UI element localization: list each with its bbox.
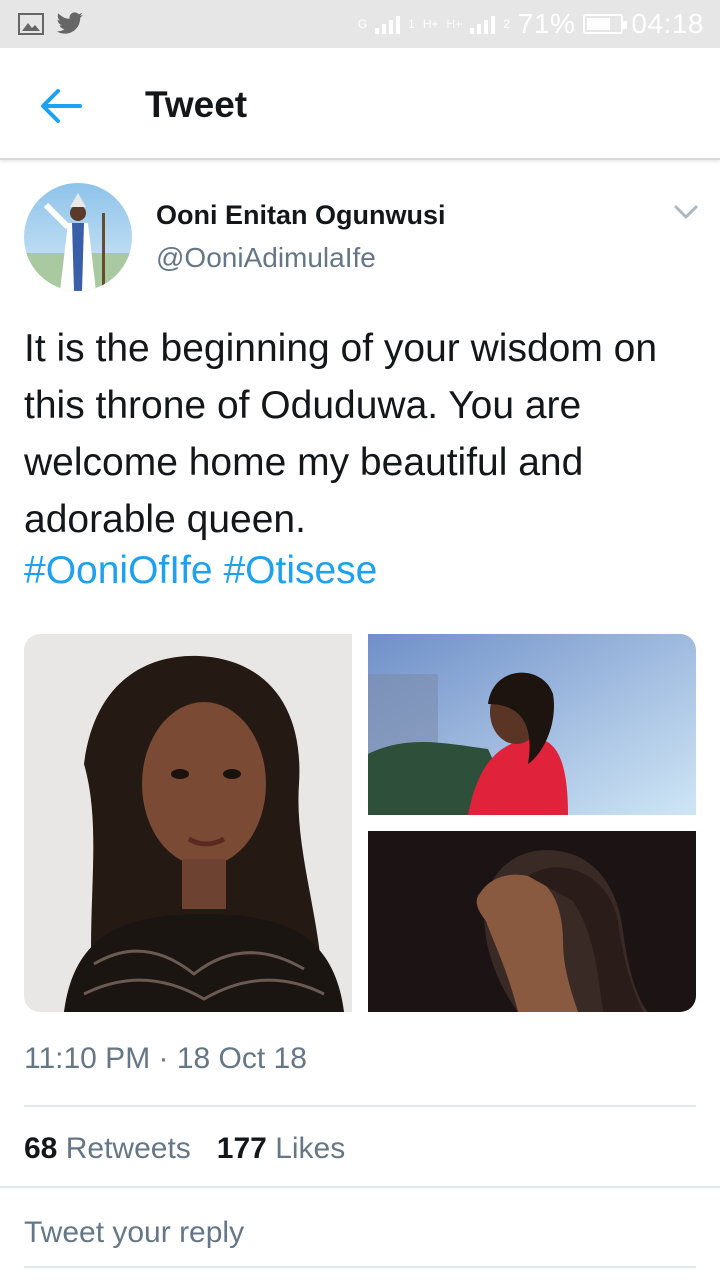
clock: 04:18 <box>631 8 704 39</box>
page-title: Tweet <box>145 84 248 125</box>
image-icon <box>18 13 44 35</box>
signal-icon <box>375 14 401 34</box>
tweet-photo-1[interactable] <box>24 634 352 1012</box>
author-handle[interactable]: @OoniAdimulaIfe <box>156 242 376 274</box>
retweets-count: 68 <box>24 1132 58 1165</box>
status-bar: G 1 H+ H+ 2 71% 04:18 <box>0 0 720 48</box>
battery-percent: 71% <box>517 8 576 39</box>
sim1-label: 1 <box>408 17 415 31</box>
tweet-photo-2[interactable] <box>368 634 696 815</box>
author-name[interactable]: Ooni Enitan Ogunwusi <box>156 200 446 231</box>
hashtags: #OoniOfIfe #Otisese <box>24 548 377 594</box>
divider <box>24 1105 696 1107</box>
likes-count: 177 <box>216 1132 267 1165</box>
twitter-bird-icon <box>56 12 83 34</box>
likes-stat[interactable]: 177 Likes <box>217 1132 345 1166</box>
avatar[interactable] <box>24 183 132 291</box>
battery-icon <box>583 14 628 34</box>
signal-icon-2 <box>470 14 496 34</box>
reply-underline <box>24 1266 696 1268</box>
arrow-left-icon[interactable] <box>38 86 82 126</box>
tweet-text: It is the beginning of your wisdom on th… <box>24 327 658 541</box>
reply-input[interactable]: Tweet your reply <box>24 1216 244 1250</box>
network-g-label: G <box>357 17 368 31</box>
hashtag-link[interactable]: #Otisese <box>223 549 377 592</box>
likes-label: Likes <box>275 1132 346 1165</box>
tweet-photo-3[interactable] <box>368 831 696 1012</box>
tweet-timestamp: 11:10 PM · 18 Oct 18 <box>24 1042 307 1075</box>
sim2-label: 2 <box>503 17 510 31</box>
network-h-label: H+ <box>422 17 439 31</box>
hashtag-link[interactable]: #OoniOfIfe <box>24 549 213 592</box>
network-h2-label: H+ <box>446 17 463 31</box>
tweet-stats: 68 Retweets 177 Likes <box>24 1132 345 1166</box>
divider <box>0 1186 720 1188</box>
retweets-label: Retweets <box>65 1132 191 1165</box>
retweets-stat[interactable]: 68 Retweets <box>24 1132 191 1166</box>
app-bar: Tweet <box>0 48 720 160</box>
chevron-down-icon[interactable] <box>672 202 700 222</box>
